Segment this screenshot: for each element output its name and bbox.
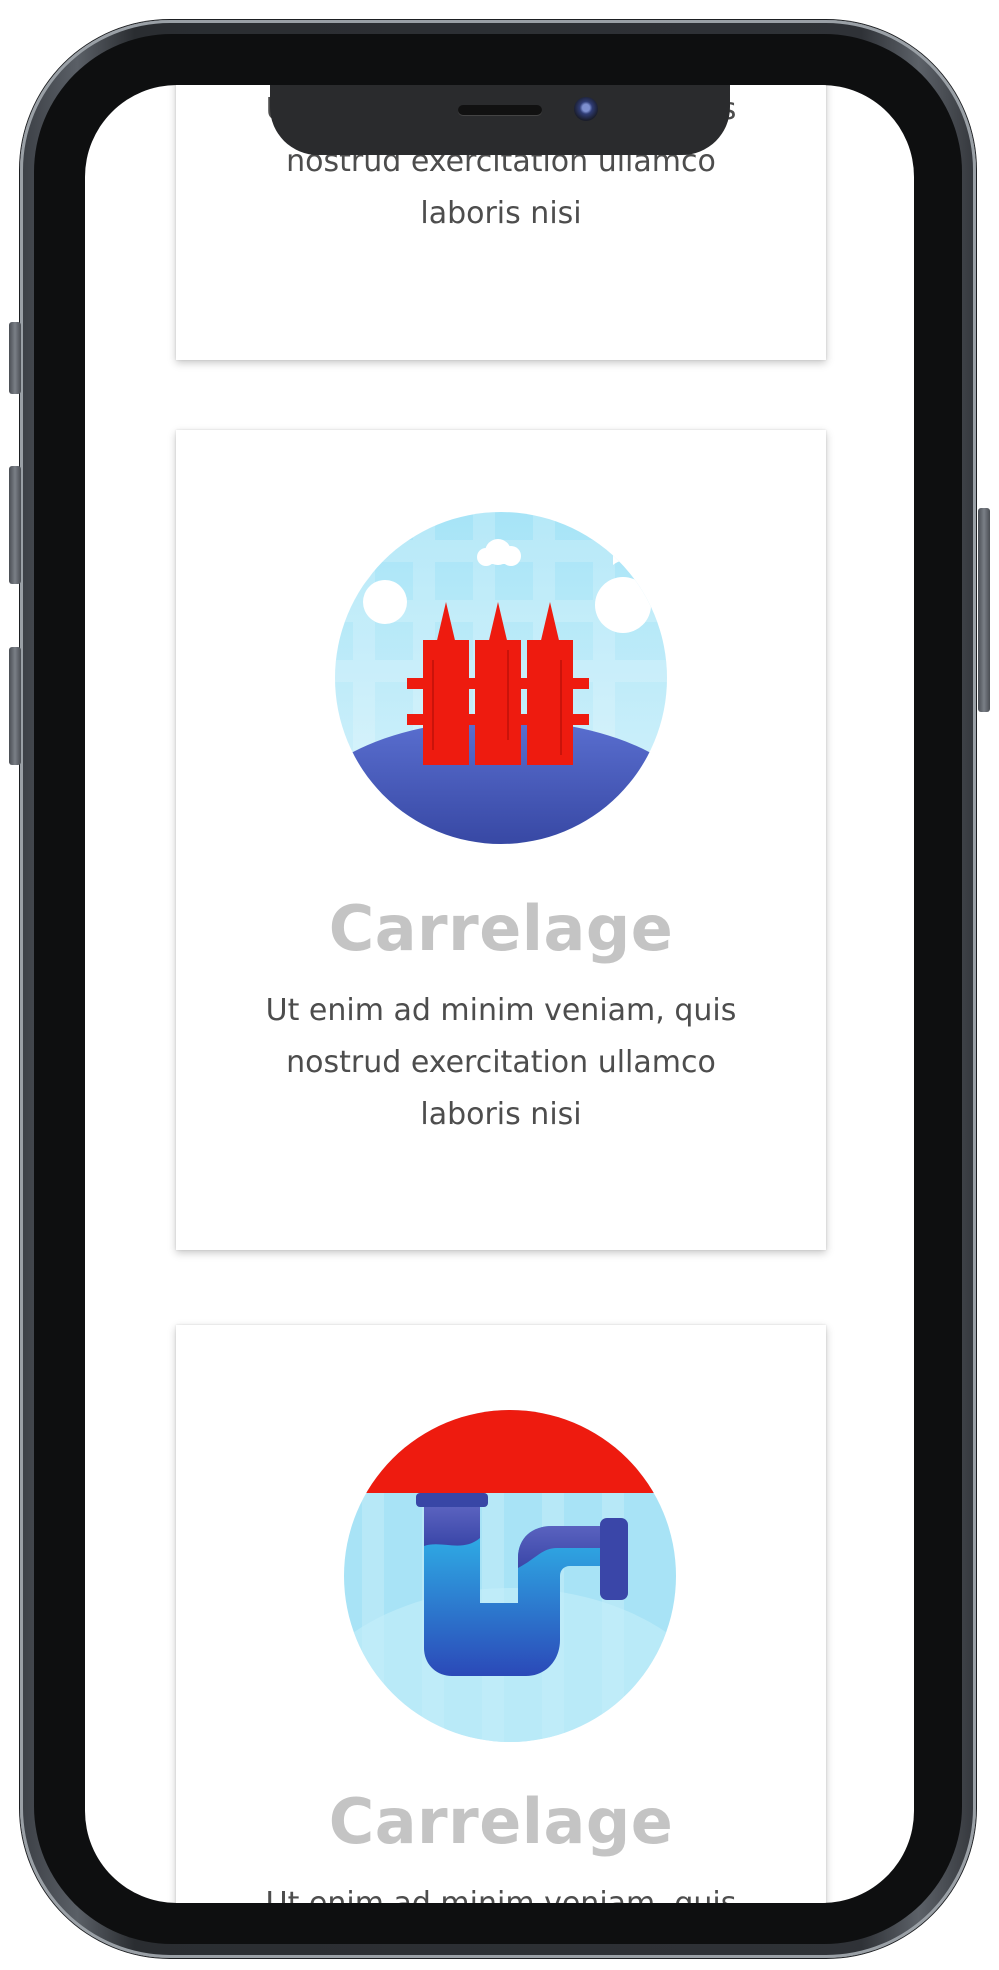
fence-icon bbox=[333, 510, 669, 846]
volume-up-button bbox=[9, 466, 21, 584]
front-camera bbox=[574, 97, 598, 121]
pipe-icon bbox=[342, 1408, 678, 1744]
mute-switch bbox=[9, 322, 21, 394]
card-title: Carrelage bbox=[328, 1785, 674, 1858]
power-button bbox=[978, 508, 990, 712]
card-title: Carrelage bbox=[328, 892, 674, 965]
notch bbox=[270, 85, 730, 155]
phone-screen: Ut enim ad minim veniam, quis nostrud ex… bbox=[85, 85, 914, 1903]
service-card[interactable]: Carrelage Ut enim ad minim veniam, quis … bbox=[176, 430, 826, 1250]
volume-down-button bbox=[9, 647, 21, 765]
card-description: Ut enim ad minim veniam, quis nostrud ex… bbox=[246, 1878, 756, 1903]
card-description: Ut enim ad minim veniam, quis nostrud ex… bbox=[265, 993, 737, 1132]
speaker-grille bbox=[458, 105, 542, 115]
service-card[interactable]: Carrelage Ut enim ad minim veniam, quis … bbox=[176, 1325, 826, 1903]
